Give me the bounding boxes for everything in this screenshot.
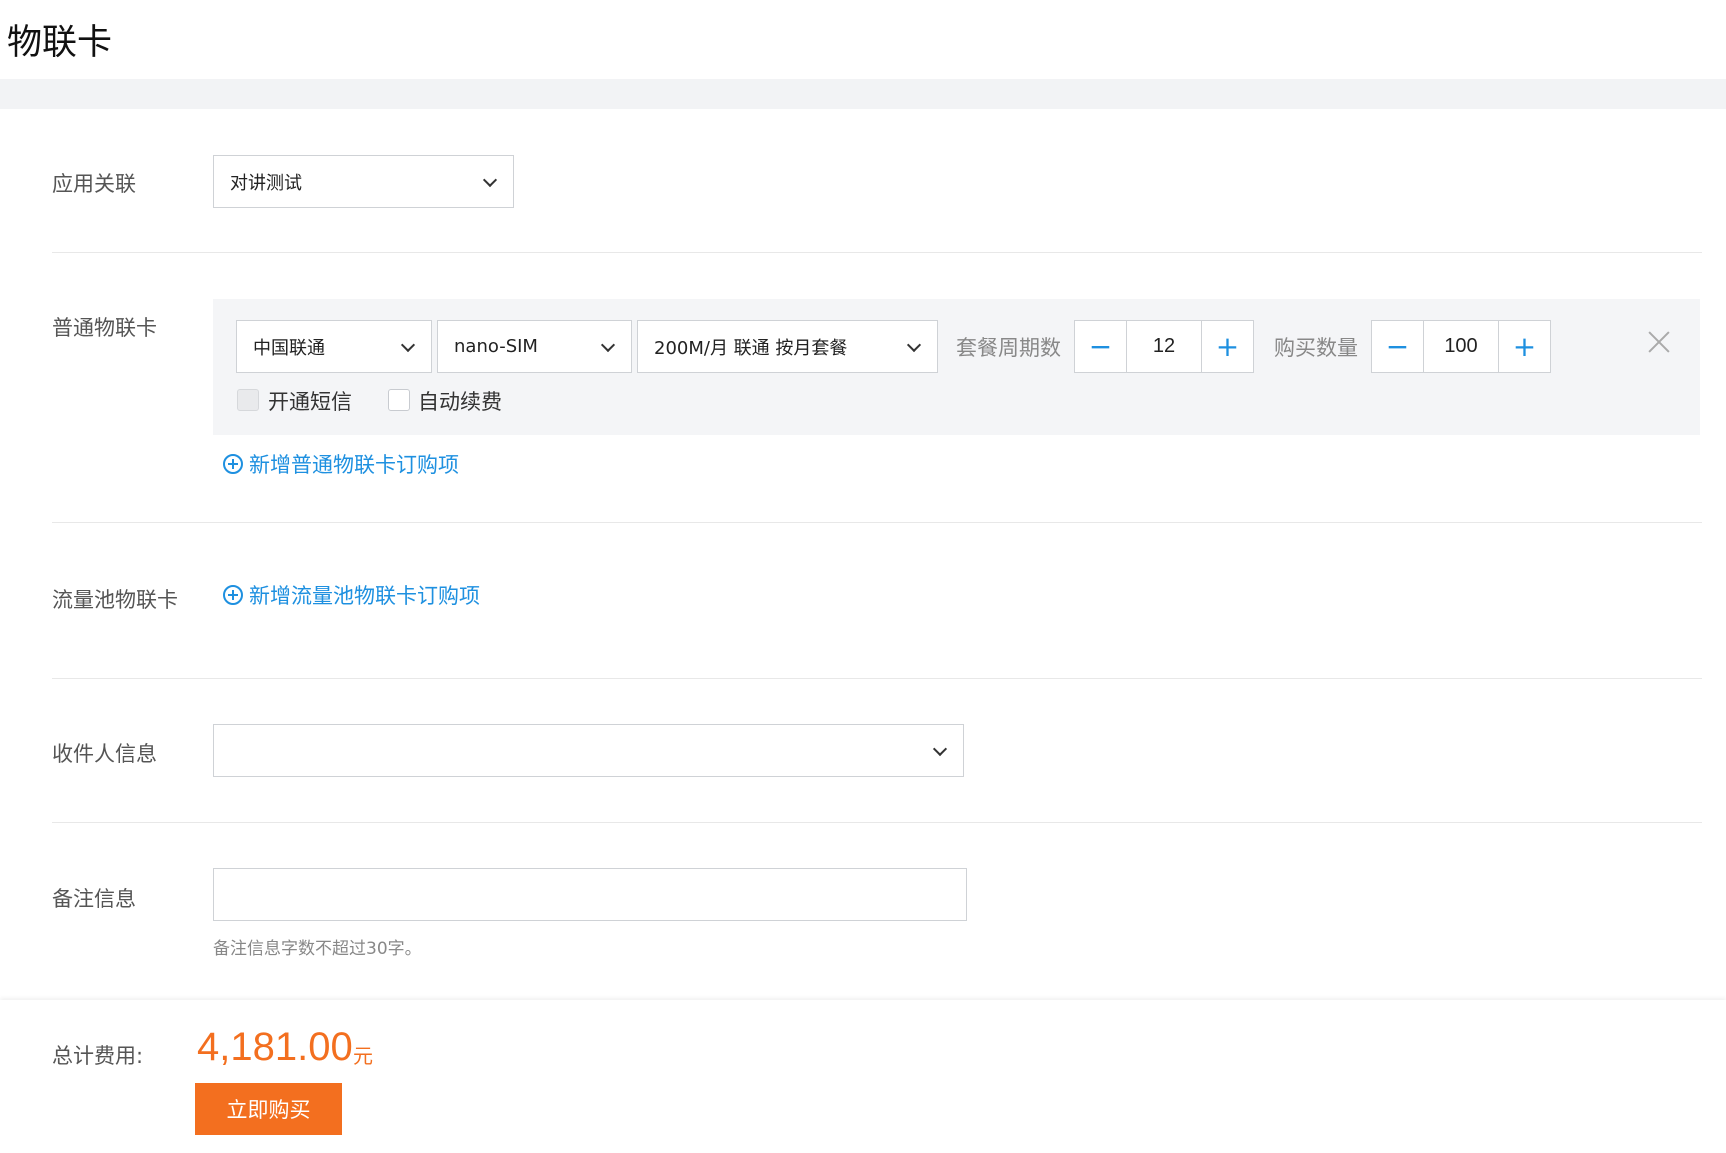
pool-card-label: 流量池物联卡 (52, 588, 178, 612)
buy-now-button[interactable]: 立即购买 (195, 1083, 342, 1135)
sim-type-select[interactable]: nano-SIM (437, 320, 632, 373)
add-normal-card-link[interactable]: 新增普通物联卡订购项 (223, 449, 459, 479)
page-header: 物联卡 (0, 0, 1726, 79)
close-icon[interactable] (1645, 328, 1673, 356)
recipient-label: 收件人信息 (52, 742, 157, 766)
add-normal-card-text: 新增普通物联卡订购项 (249, 453, 459, 477)
divider (52, 252, 1702, 253)
period-increment-button[interactable]: + (1201, 321, 1253, 372)
remark-hint: 备注信息字数不超过30字。 (213, 939, 422, 959)
normal-card-label: 普通物联卡 (52, 316, 157, 340)
add-pool-card-text: 新增流量池物联卡订购项 (249, 584, 480, 608)
operator-value: 中国联通 (253, 337, 325, 359)
quantity-stepper: − + (1371, 320, 1551, 373)
auto-renew-checkbox[interactable] (388, 389, 410, 411)
divider (52, 522, 1702, 523)
quantity-label: 购买数量 (1274, 336, 1358, 360)
add-circle-icon (223, 585, 243, 605)
period-decrement-button[interactable]: − (1075, 321, 1127, 372)
chevron-down-icon (400, 337, 416, 352)
remark-label: 备注信息 (52, 887, 136, 911)
total-label: 总计费用: (52, 1044, 144, 1068)
sim-type-value: nano-SIM (454, 336, 538, 357)
plan-value: 200M/月 联通 按月套餐 (654, 337, 848, 359)
add-circle-icon (223, 454, 243, 474)
divider (52, 678, 1702, 679)
quantity-increment-button[interactable]: + (1498, 321, 1550, 372)
sms-label: 开通短信 (268, 390, 352, 414)
quantity-decrement-button[interactable]: − (1372, 321, 1424, 372)
app-link-select[interactable]: 对讲测试 (213, 155, 514, 208)
operator-select[interactable]: 中国联通 (236, 320, 432, 373)
remark-input[interactable] (213, 868, 967, 921)
period-label: 套餐周期数 (956, 336, 1061, 360)
total-unit: 元 (353, 1044, 373, 1068)
chevron-down-icon (906, 337, 922, 352)
auto-renew-label: 自动续费 (418, 390, 502, 414)
total-amount: 4,181.00 (197, 1025, 353, 1069)
header-band (0, 79, 1726, 109)
add-pool-card-link[interactable]: 新增流量池物联卡订购项 (223, 580, 480, 610)
divider (52, 822, 1702, 823)
period-stepper: − + (1074, 320, 1254, 373)
chevron-down-icon (482, 172, 498, 187)
app-link-value: 对讲测试 (230, 172, 302, 194)
period-input[interactable] (1127, 321, 1201, 372)
app-link-label: 应用关联 (52, 172, 136, 196)
chevron-down-icon (600, 337, 616, 352)
chevron-down-icon (932, 741, 948, 756)
sms-checkbox[interactable] (237, 389, 259, 411)
recipient-select[interactable] (213, 724, 964, 777)
plan-select[interactable]: 200M/月 联通 按月套餐 (637, 320, 938, 373)
quantity-input[interactable] (1424, 321, 1498, 372)
page-title: 物联卡 (7, 23, 113, 63)
